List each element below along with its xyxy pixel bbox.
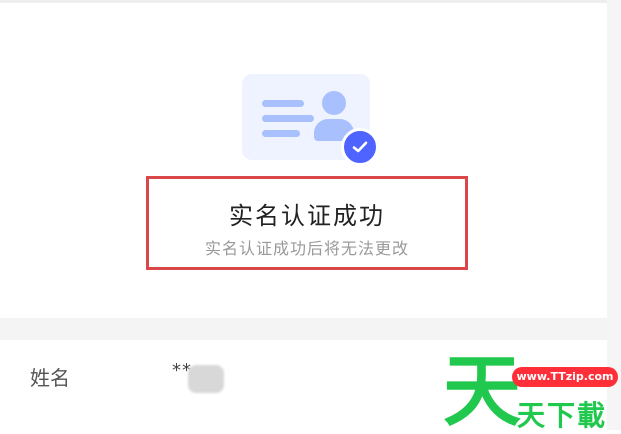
watermark-url: www.TTzip.com — [512, 367, 618, 387]
watermark-logo-glyph: 天 — [443, 352, 521, 430]
card-text-line — [262, 115, 314, 122]
page-edge — [607, 0, 621, 430]
watermark-brand: 天下載 — [517, 399, 608, 432]
top-divider — [0, 0, 621, 3]
name-label: 姓名 — [30, 366, 70, 390]
verification-success-subtitle: 实名认证成功后将无法更改 — [204, 239, 409, 258]
check-badge-icon — [341, 128, 379, 166]
watermark-logo: 天 — [443, 352, 521, 430]
card-text-line — [262, 100, 304, 107]
verification-status-highlight: 实名认证成功 实名认证成功后将无法更改 — [146, 176, 468, 270]
card-text-line — [262, 130, 300, 137]
check-icon — [352, 141, 368, 153]
verification-success-title: 实名认证成功 — [229, 202, 385, 230]
avatar-head-icon — [322, 91, 346, 115]
name-redaction — [188, 365, 224, 393]
section-gap — [0, 318, 607, 340]
